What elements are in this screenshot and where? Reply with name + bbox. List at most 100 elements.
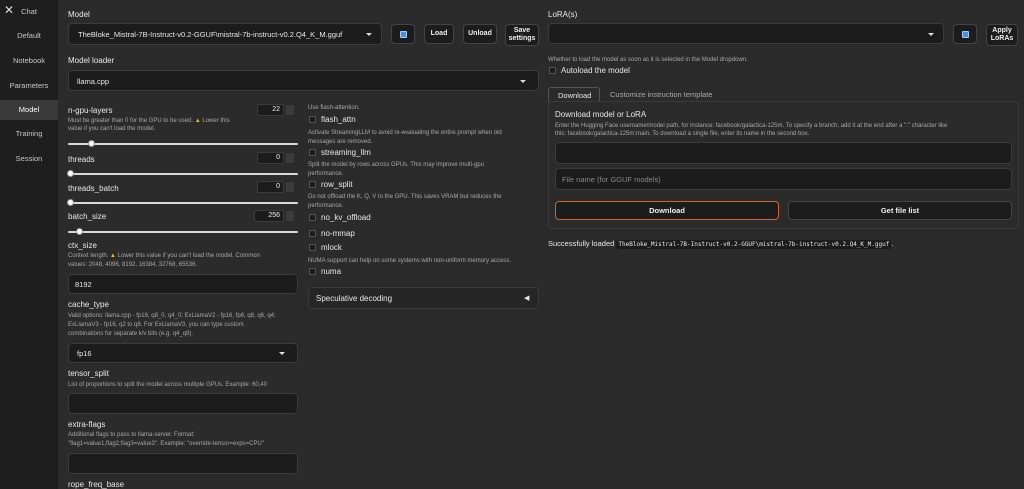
tab-download-label: Download xyxy=(558,91,592,100)
model-refresh-button[interactable] xyxy=(391,24,415,44)
chevron-down-icon xyxy=(279,352,285,355)
speculative-decoding-label: Speculative decoding xyxy=(316,294,393,303)
apply-loras-button[interactable]: Apply LoRAs xyxy=(986,24,1018,46)
extra-flags-input[interactable] xyxy=(68,453,298,474)
sidebar-item-training[interactable]: Training xyxy=(0,124,58,144)
save-settings-line2: settings xyxy=(508,35,536,42)
no-kv-offload-label: no_kv_offload xyxy=(321,213,371,222)
batch-size-stepper[interactable] xyxy=(286,211,294,221)
cache-type-note-3: combinations for separate k/v bits (e.g.… xyxy=(68,331,194,337)
threads-batch-stepper[interactable] xyxy=(286,182,294,192)
row-split-checkbox[interactable] xyxy=(309,181,316,188)
save-settings-button[interactable]: Save settings xyxy=(505,24,539,46)
status-suffix: . xyxy=(891,239,894,248)
refresh-icon xyxy=(961,30,969,38)
ctx-size-value: 8192 xyxy=(75,280,92,289)
threads-batch-input[interactable]: 0 xyxy=(257,181,284,193)
lora-dropdown[interactable] xyxy=(548,23,944,44)
model-loader-dropdown[interactable]: llama.cpp xyxy=(68,70,539,91)
warning-icon: ▲ xyxy=(110,253,116,259)
ctx-size-note-part2: Lower this value if you can't load the m… xyxy=(117,253,260,259)
model-path-input[interactable] xyxy=(555,142,1012,164)
tensor-split-note: List of proportions to split the model a… xyxy=(68,382,268,388)
n-gpu-layers-note-2: value if you can't load the model. xyxy=(68,126,156,132)
row-split-note-1: Split the model by rows across GPUs. Thi… xyxy=(308,162,484,168)
threads-slider-handle[interactable] xyxy=(67,170,74,177)
download-panel: Download model or LoRA Enter the Hugging… xyxy=(548,101,1019,229)
numa-note: NUMA support can help on some systems wi… xyxy=(308,258,512,264)
no-kv-offload-checkbox[interactable] xyxy=(309,214,316,221)
status-model-name: TheBloke_Mistral-7B-Instruct-v0.2-GGUF\m… xyxy=(616,240,892,249)
batch-size-slider-handle[interactable] xyxy=(76,228,83,235)
download-note-2: this: facebook/galactica-125m:main. To d… xyxy=(555,131,810,137)
threads-batch-label: threads_batch xyxy=(68,184,119,193)
sidebar-item-chat[interactable]: Chat xyxy=(0,2,58,22)
threads-label: threads xyxy=(68,155,95,164)
extra-flags-note-1: Additional flags to pass to llama-server… xyxy=(68,432,195,438)
cache-type-note-2: ExLlamaV3 - fp16, q2 to q8. For ExLlamaV… xyxy=(68,322,244,328)
mlock-checkbox[interactable] xyxy=(309,244,316,251)
model-loader-label: Model loader xyxy=(68,56,115,65)
numa-checkbox[interactable] xyxy=(309,268,316,275)
sidebar-item-default[interactable]: Default xyxy=(0,26,58,46)
model-dropdown[interactable]: TheBloke_Mistral-7B-Instruct-v0.2-GGUF\m… xyxy=(68,23,382,45)
sidebar-item-parameters[interactable]: Parameters xyxy=(0,76,58,96)
batch-size-label: batch_size xyxy=(68,212,107,221)
streaming-llm-label: streaming_llm xyxy=(321,148,371,157)
load-button[interactable]: Load xyxy=(424,24,454,44)
tab-customize-label: Customize instruction template xyxy=(610,90,713,99)
download-button[interactable]: Download xyxy=(555,201,779,220)
n-gpu-layers-note-part1: Must be greater than 0 for the GPU to be… xyxy=(68,118,194,124)
autoload-note: Whether to load the model as soon as it … xyxy=(548,57,748,63)
n-gpu-layers-stepper[interactable] xyxy=(286,105,294,115)
flash-attn-checkbox[interactable] xyxy=(309,116,316,123)
sidebar-item-model[interactable]: Model xyxy=(0,100,58,120)
tensor-split-label: tensor_split xyxy=(68,369,109,378)
model-loader-selected: llama.cpp xyxy=(77,77,110,86)
row-split-note-2: performance. xyxy=(308,171,344,177)
n-gpu-layers-input[interactable]: 22 xyxy=(257,104,284,116)
streaming-llm-note-1: Activate StreamingLLM to avoid re-evalua… xyxy=(308,130,502,136)
batch-size-input[interactable]: 256 xyxy=(254,210,284,222)
speculative-decoding-accordion[interactable]: Speculative decoding ◀ xyxy=(308,287,539,309)
cache-type-label: cache_type xyxy=(68,300,109,309)
threads-batch-slider-handle[interactable] xyxy=(67,199,74,206)
threads-input[interactable]: 0 xyxy=(257,152,284,164)
autoload-checkbox[interactable] xyxy=(549,67,556,74)
sidebar-item-session[interactable]: Session xyxy=(0,149,58,169)
threads-stepper[interactable] xyxy=(286,153,294,163)
unload-button[interactable]: Unload xyxy=(463,24,497,44)
lora-refresh-button[interactable] xyxy=(953,24,977,44)
tab-download[interactable]: Download xyxy=(548,87,600,102)
model-selected: TheBloke_Mistral-7B-Instruct-v0.2-GGUF\m… xyxy=(78,30,343,39)
n-gpu-layers-slider-track[interactable] xyxy=(68,143,298,145)
status-message: Successfully loaded TheBloke_Mistral-7B-… xyxy=(548,239,894,249)
chevron-down-icon xyxy=(928,33,934,36)
row-split-label: row_split xyxy=(321,180,353,189)
no-mmap-checkbox[interactable] xyxy=(309,230,316,237)
sidebar-item-notebook[interactable]: Notebook xyxy=(0,51,58,71)
n-gpu-layers-label: n-gpu-layers xyxy=(68,106,113,115)
apply-loras-line2: LoRAs xyxy=(990,35,1014,42)
save-settings-line1: Save xyxy=(513,27,531,34)
cache-type-dropdown[interactable]: fp16 xyxy=(68,343,298,363)
mlock-label: mlock xyxy=(321,243,342,252)
filename-placeholder: File name (for GGUF models) xyxy=(562,175,661,184)
threads-slider-track[interactable] xyxy=(68,173,298,175)
ctx-size-note-2: values: 2048, 4096, 8192, 16384, 32768, … xyxy=(68,262,198,268)
tensor-split-input[interactable] xyxy=(68,393,298,414)
ctx-size-note: Context length. ▲ Lower this value if yo… xyxy=(68,252,260,261)
no-kv-offload-note-2: performance. xyxy=(308,203,344,209)
ctx-size-input[interactable]: 8192 xyxy=(68,274,298,294)
n-gpu-layers-slider-handle[interactable] xyxy=(88,140,95,147)
autoload-label: Autoload the model xyxy=(561,66,630,75)
no-mmap-label: no-mmap xyxy=(321,229,355,238)
chevron-down-icon xyxy=(366,33,372,36)
streaming-llm-checkbox[interactable] xyxy=(309,149,316,156)
threads-batch-slider-track[interactable] xyxy=(68,202,298,204)
collapse-arrow-icon: ◀ xyxy=(524,295,530,302)
tab-customize-instruction-template[interactable]: Customize instruction template xyxy=(604,87,730,102)
batch-size-slider-track[interactable] xyxy=(68,231,298,233)
filename-input[interactable]: File name (for GGUF models) xyxy=(555,168,1012,190)
get-file-list-button[interactable]: Get file list xyxy=(788,201,1012,220)
